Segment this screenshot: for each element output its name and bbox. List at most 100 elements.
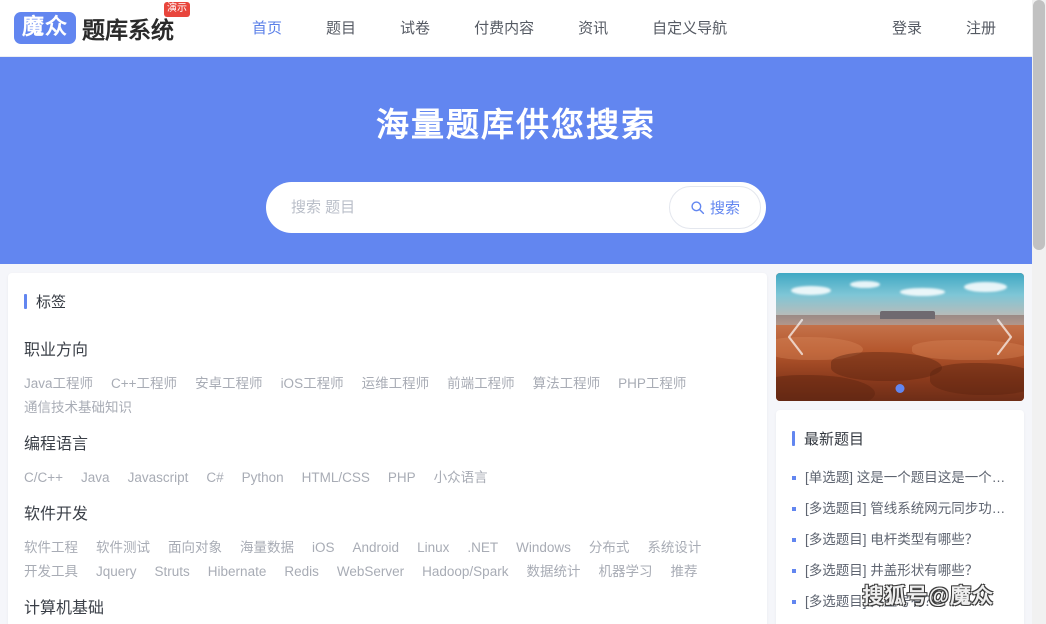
login-link[interactable]: 登录	[870, 0, 944, 57]
page-viewport: 魔众 题库系统 演示 首页 题目 试卷 付费内容 资讯 自定义导航 登录 注册 …	[0, 0, 1032, 624]
register-link[interactable]: 注册	[944, 0, 1018, 57]
bullet-icon	[792, 476, 796, 480]
site-logo[interactable]: 魔众 题库系统 演示	[10, 2, 191, 45]
tag-item[interactable]: 系统设计	[647, 536, 701, 560]
tag-item[interactable]: Java	[81, 466, 110, 490]
tag-item[interactable]: 海量数据	[240, 536, 294, 560]
scrollbar-thumb[interactable]	[1033, 0, 1045, 250]
nav-item-questions[interactable]: 题目	[304, 0, 378, 57]
list-item-label: [多选题目] 井盖形状有哪些？	[805, 563, 979, 578]
bullet-icon	[792, 569, 796, 573]
tag-item[interactable]: .NET	[467, 536, 498, 560]
tag-item[interactable]: 面向对象	[168, 536, 222, 560]
tag-item[interactable]: 软件测试	[96, 536, 150, 560]
carousel-indicators	[895, 384, 905, 393]
cloud-shape	[964, 281, 1007, 293]
tag-item[interactable]: Javascript	[128, 466, 189, 490]
tag-item[interactable]: Hadoop/Spark	[422, 560, 508, 584]
tag-item[interactable]: PHP工程师	[618, 372, 686, 396]
latest-questions-card: 最新题目 [单选题] 这是一个题目这是一个题... [多选题目] 管线系统网元同…	[776, 410, 1024, 624]
nav-item-home[interactable]: 首页	[230, 0, 304, 57]
tag-item[interactable]: Windows	[516, 536, 571, 560]
tag-item[interactable]: Hibernate	[208, 560, 267, 584]
tag-item[interactable]: Android	[353, 536, 400, 560]
cloud-shape	[900, 288, 945, 297]
carousel-next-button[interactable]	[990, 315, 1016, 359]
tag-item[interactable]: C#	[206, 466, 223, 490]
tag-item[interactable]: PHP	[388, 466, 416, 490]
logo-mark: 魔众	[14, 12, 77, 44]
tag-item[interactable]: Struts	[155, 560, 190, 584]
list-item[interactable]: [多选题目] 光交接箱包含的操作功...	[792, 618, 1014, 624]
search-button-label: 搜索	[709, 200, 740, 217]
primary-nav: 首页 题目 试卷 付费内容 资讯 自定义导航	[230, 0, 749, 57]
promo-carousel[interactable]	[776, 273, 1024, 401]
tag-item[interactable]: C++工程师	[111, 372, 177, 396]
tags-card: 标签 职业方向 Java工程师 C++工程师 安卓工程师 iOS工程师 运维工程…	[8, 273, 767, 624]
hero-banner: 海量题库供您搜索 搜索	[0, 57, 1032, 264]
tag-group-title: 软件开发	[24, 506, 89, 523]
tag-item[interactable]: 前端工程师	[447, 372, 515, 396]
tag-item[interactable]: 推荐	[670, 560, 697, 584]
list-item[interactable]: [多选题目] 电杆类型有哪些？	[792, 525, 1014, 556]
tag-group-software: 软件开发 软件工程 软件测试 面向对象 海量数据 iOS Android Lin…	[24, 500, 751, 584]
tag-item[interactable]: Java工程师	[24, 372, 93, 396]
page-scrollbar[interactable]	[1032, 0, 1046, 624]
list-item-label: [多选题目] 井型号有？	[805, 594, 938, 609]
accent-bar	[792, 431, 795, 446]
nav-item-paid-content[interactable]: 付费内容	[452, 0, 556, 57]
tag-item[interactable]: 软件工程	[24, 536, 78, 560]
tag-item[interactable]: 通信技术基础知识	[24, 396, 132, 420]
tag-item[interactable]: Python	[242, 466, 284, 490]
nav-item-news[interactable]: 资讯	[556, 0, 630, 57]
accent-bar	[24, 294, 27, 309]
tag-item[interactable]: Linux	[417, 536, 449, 560]
tag-group-cs-basics: 计算机基础 网络基础 正则表达式 数据库 操作系统 加密与安全 编程基础 编译和…	[24, 594, 751, 624]
left-column: 标签 职业方向 Java工程师 C++工程师 安卓工程师 iOS工程师 运维工程…	[8, 273, 767, 624]
tag-item[interactable]: iOS	[312, 536, 335, 560]
nav-item-custom-nav[interactable]: 自定义导航	[630, 0, 749, 57]
latest-questions-list: [单选题] 这是一个题目这是一个题... [多选题目] 管线系统网元同步功能..…	[776, 463, 1024, 624]
tag-item[interactable]: Redis	[284, 560, 319, 584]
carousel-prev-button[interactable]	[784, 315, 810, 359]
tag-group-title: 职业方向	[24, 342, 89, 359]
tag-item[interactable]: 数据统计	[526, 560, 580, 584]
header-actions: 登录 注册	[870, 0, 1018, 57]
search-icon	[690, 200, 705, 215]
tag-group-title: 编程语言	[24, 436, 89, 453]
tag-list: C/C++ Java Javascript C# Python HTML/CSS…	[24, 466, 751, 490]
tag-item[interactable]: C/C++	[24, 466, 63, 490]
tag-list: Java工程师 C++工程师 安卓工程师 iOS工程师 运维工程师 前端工程师 …	[24, 372, 751, 420]
tag-group-title: 计算机基础	[24, 600, 105, 617]
search-input[interactable]	[266, 199, 669, 216]
tag-item[interactable]: HTML/CSS	[302, 466, 370, 490]
tag-item[interactable]: Jquery	[96, 560, 137, 584]
tag-item[interactable]: 开发工具	[24, 560, 78, 584]
tags-card-header: 标签	[8, 273, 767, 326]
ridge-shape	[929, 362, 1024, 395]
right-column: 最新题目 [单选题] 这是一个题目这是一个题... [多选题目] 管线系统网元同…	[776, 273, 1024, 624]
carousel-dot-active[interactable]	[895, 384, 905, 393]
tag-item[interactable]: 运维工程师	[362, 372, 430, 396]
nav-item-papers[interactable]: 试卷	[378, 0, 452, 57]
list-item[interactable]: [多选题目] 井型号有？	[792, 587, 1014, 618]
list-item[interactable]: [多选题目] 管线系统网元同步功能...	[792, 494, 1014, 525]
list-item[interactable]: [单选题] 这是一个题目这是一个题...	[792, 463, 1014, 494]
tag-item[interactable]: 机器学习	[598, 560, 652, 584]
search-button[interactable]: 搜索	[669, 186, 761, 229]
tags-body: 职业方向 Java工程师 C++工程师 安卓工程师 iOS工程师 运维工程师 前…	[8, 336, 767, 624]
list-item-label: [多选题目] 电杆类型有哪些？	[805, 532, 979, 547]
demo-badge: 演示	[164, 2, 191, 17]
tag-item[interactable]: 分布式	[589, 536, 630, 560]
tag-item[interactable]: WebServer	[337, 560, 404, 584]
hero-title: 海量题库供您搜索	[376, 106, 656, 143]
tag-item[interactable]: 小众语言	[434, 466, 488, 490]
search-bar: 搜索	[266, 182, 766, 233]
site-header: 魔众 题库系统 演示 首页 题目 试卷 付费内容 资讯 自定义导航 登录 注册	[0, 0, 1032, 57]
butte-shape	[880, 311, 935, 320]
tag-item[interactable]: 安卓工程师	[195, 372, 263, 396]
tag-item[interactable]: iOS工程师	[281, 372, 344, 396]
tag-item[interactable]: 算法工程师	[533, 372, 601, 396]
list-item[interactable]: [多选题目] 井盖形状有哪些？	[792, 556, 1014, 587]
tag-group-languages: 编程语言 C/C++ Java Javascript C# Python HTM…	[24, 430, 751, 490]
